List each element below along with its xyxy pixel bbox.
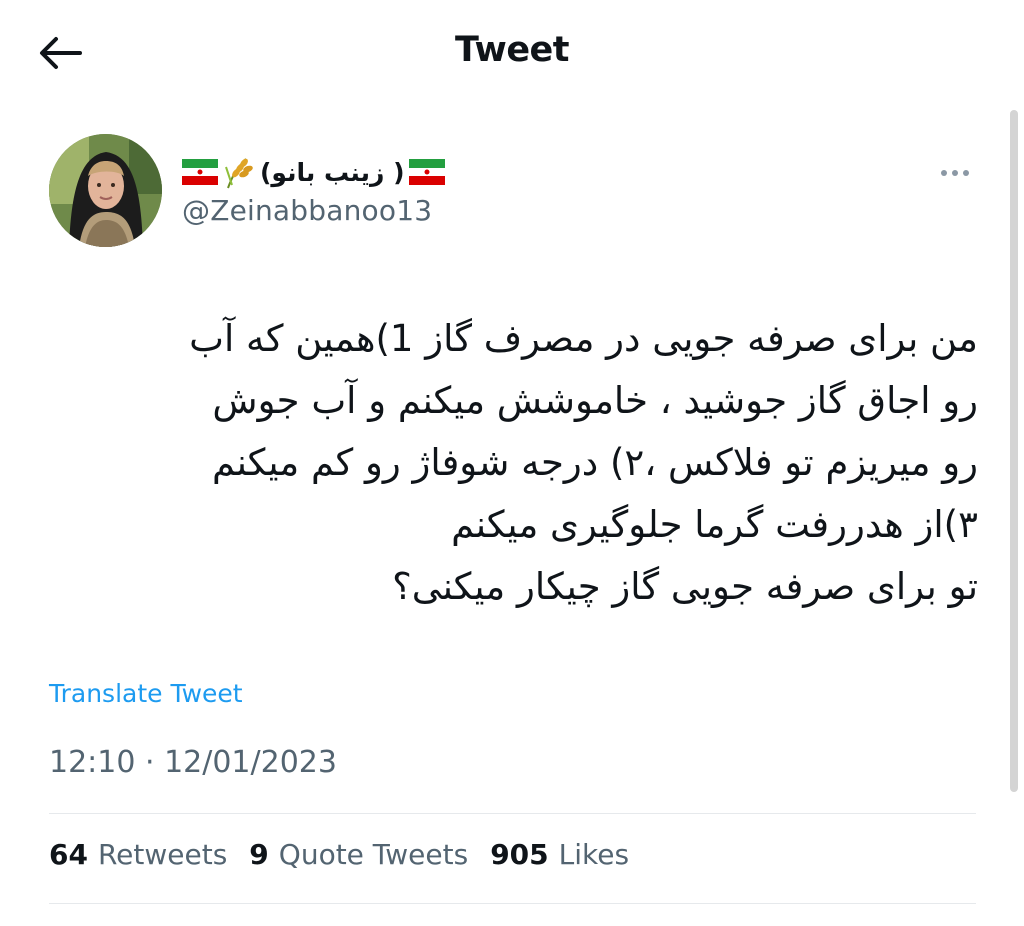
quote-tweets-label: Quote Tweets — [278, 838, 469, 871]
more-options-button[interactable] — [930, 158, 980, 188]
quote-tweets-stat[interactable]: 9 Quote Tweets — [249, 838, 468, 871]
translate-tweet-link[interactable]: Translate Tweet — [49, 679, 243, 708]
user-display-name[interactable]: ( زینب بانو) — [182, 152, 482, 192]
scrollbar[interactable] — [1010, 110, 1018, 792]
avatar-image — [49, 134, 162, 247]
likes-label: Likes — [558, 838, 630, 871]
tweet-line: من برای صرفه جویی در مصرف گاز 1)همین که … — [189, 317, 978, 360]
page-title: Tweet — [454, 30, 570, 70]
retweets-count: 64 — [49, 838, 88, 871]
tweet-timestamp[interactable]: 12:10 · 12/01/2023 — [49, 745, 337, 780]
wheat-icon — [225, 158, 253, 189]
more-icon — [941, 170, 969, 176]
user-handle[interactable]: @Zeinabbanoo13 — [182, 194, 432, 227]
likes-stat[interactable]: 905 Likes — [490, 838, 629, 871]
top-bar: Tweet — [0, 0, 1024, 108]
quote-tweets-count: 9 — [249, 838, 269, 871]
divider — [49, 813, 976, 814]
iran-flag-icon — [408, 159, 445, 185]
likes-count: 905 — [490, 838, 549, 871]
tweet-line: تو برای صرفه جویی گاز چیکار میکنی؟ — [392, 565, 978, 608]
tweet-text: من برای صرفه جویی در مصرف گاز 1)همین که … — [40, 308, 978, 618]
tweet-line: رو میریزم تو فلاکس ،۲) درجه شوفاژ رو کم … — [211, 441, 978, 484]
tweet-line: رو اجاق گاز جوشید ، خاموشش میکنم و آب جو… — [212, 379, 978, 422]
retweets-label: Retweets — [97, 838, 228, 871]
divider — [49, 903, 976, 904]
avatar[interactable] — [49, 134, 162, 247]
iran-flag-icon — [182, 159, 218, 185]
display-name-text: ( زینب بانو) — [260, 157, 405, 187]
tweet-line: ۳)از هدررفت گرما جلوگیری میکنم — [451, 503, 978, 546]
retweets-stat[interactable]: 64 Retweets — [49, 838, 227, 871]
tweet-stats: 64 Retweets 9 Quote Tweets 905 Likes — [49, 838, 629, 871]
